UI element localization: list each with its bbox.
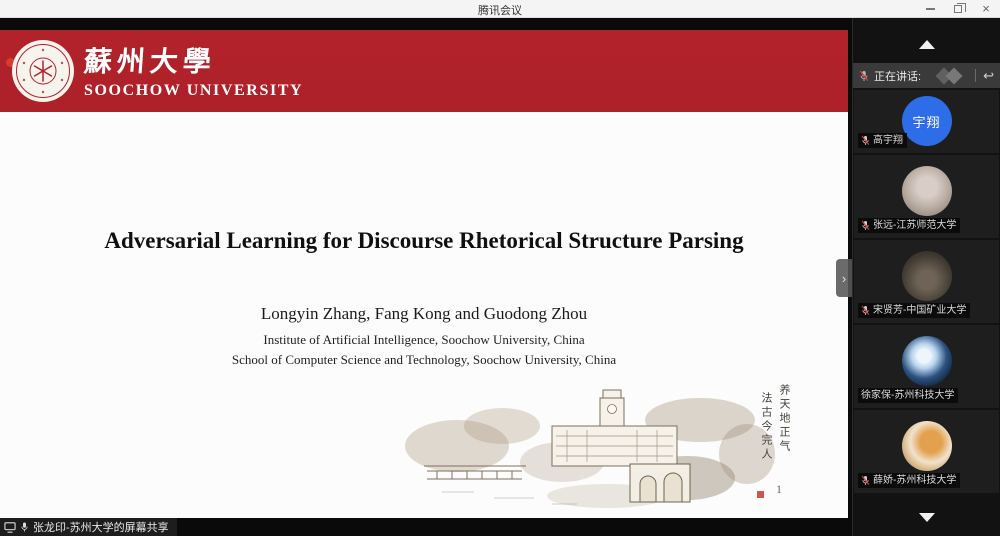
screen-share-label: 张龙印-苏州大学的屏幕共享 (33, 519, 169, 535)
restore-icon (954, 5, 962, 13)
avatar (902, 421, 952, 471)
participant-name-tag: 宋贤芳-中国矿业大学 (858, 303, 970, 318)
mic-muted-icon (861, 475, 870, 486)
campus-ink-painting: 养天地正气 法古今完人 (402, 384, 800, 512)
mic-muted-icon (861, 305, 870, 316)
sidebar-collapse-button[interactable]: › (836, 259, 852, 297)
avatar: 宇翔 (902, 96, 952, 146)
participant-name: 薛娇-苏州科技大学 (873, 474, 956, 487)
participant-name-tag: 高宇翔 (858, 133, 907, 148)
slide-authors: Longyin Zhang, Fang Kong and Guodong Zho… (0, 304, 848, 324)
reply-arrow-icon[interactable]: ↩ (983, 69, 994, 82)
slide-body: Adversarial Learning for Discourse Rheto… (0, 112, 848, 518)
window-controls: × (924, 0, 992, 18)
soochow-university-seal-icon (11, 39, 75, 103)
slide-page-number: 1 (776, 482, 782, 497)
avatar (902, 336, 952, 386)
participant-tile[interactable]: 徐家保-苏州科技大学 (854, 325, 999, 408)
minimize-button[interactable] (924, 3, 936, 15)
speaking-avatars-placeholder (934, 68, 968, 84)
campus-painting-image (402, 384, 800, 512)
now-speaking-bar: 正在讲话: ↩ (853, 63, 1000, 88)
screen-share-icon (4, 522, 16, 533)
participant-tile[interactable]: 张远-江苏师范大学 (854, 155, 999, 238)
window-titlebar: 腾讯会议 × (0, 0, 1000, 18)
close-icon: × (982, 3, 990, 15)
mic-muted-icon (861, 220, 870, 231)
avatar (902, 166, 952, 216)
university-name-english: SOOCHOW UNIVERSITY (84, 82, 303, 100)
participant-name-tag: 薛娇-苏州科技大学 (858, 473, 960, 488)
university-name-chinese: 蘇州大學 (83, 40, 218, 80)
slide-motto-left-column: 法古今完人 (758, 392, 774, 462)
participant-tile[interactable]: 宋贤芳-中国矿业大学 (854, 240, 999, 323)
participant-tile[interactable]: 薛娇-苏州科技大学 (854, 410, 999, 493)
painting-seal-icon (757, 491, 764, 498)
participant-name: 高宇翔 (873, 134, 903, 147)
now-speaking-label: 正在讲话: (874, 68, 921, 84)
scroll-down-arrow[interactable] (919, 513, 935, 522)
participant-tile[interactable]: 宇翔 高宇翔 (854, 90, 999, 153)
shared-screen-area: 蘇州大學 SOOCHOW UNIVERSITY Adversarial Lear… (0, 18, 1000, 536)
mic-muted-icon (859, 70, 869, 82)
slide-affiliation-2: School of Computer Science and Technolog… (0, 352, 848, 368)
slide-affiliation-1: Institute of Artificial Intelligence, So… (0, 332, 848, 348)
meeting-window: 腾讯会议 × (0, 0, 1000, 536)
avatar (902, 251, 952, 301)
chevron-right-icon: › (842, 271, 846, 286)
participant-name-tag: 徐家保-苏州科技大学 (858, 388, 958, 403)
minimize-icon (926, 8, 935, 10)
slide-title: Adversarial Learning for Discourse Rheto… (0, 228, 848, 254)
divider (975, 69, 976, 82)
participant-name-tag: 张远-江苏师范大学 (858, 218, 960, 233)
window-title: 腾讯会议 (0, 2, 1000, 18)
presenter-mic-icon (20, 521, 29, 533)
slide-motto-right-column: 养天地正气 (776, 384, 792, 454)
scroll-up-arrow[interactable] (919, 40, 935, 49)
participant-name: 宋贤芳-中国矿业大学 (873, 304, 966, 317)
restore-button[interactable] (952, 3, 964, 15)
diamond-icon (946, 67, 963, 84)
participants-sidebar: 正在讲话: ↩ 宇翔 高宇翔 (852, 18, 1000, 536)
mic-muted-icon (861, 135, 870, 146)
screen-share-status-bar: 张龙印-苏州大学的屏幕共享 (0, 518, 177, 536)
slide-banner: 蘇州大學 SOOCHOW UNIVERSITY (0, 30, 848, 112)
participant-name: 徐家保-苏州科技大学 (861, 389, 954, 402)
participant-name: 张远-江苏师范大学 (873, 219, 956, 232)
close-button[interactable]: × (980, 3, 992, 15)
